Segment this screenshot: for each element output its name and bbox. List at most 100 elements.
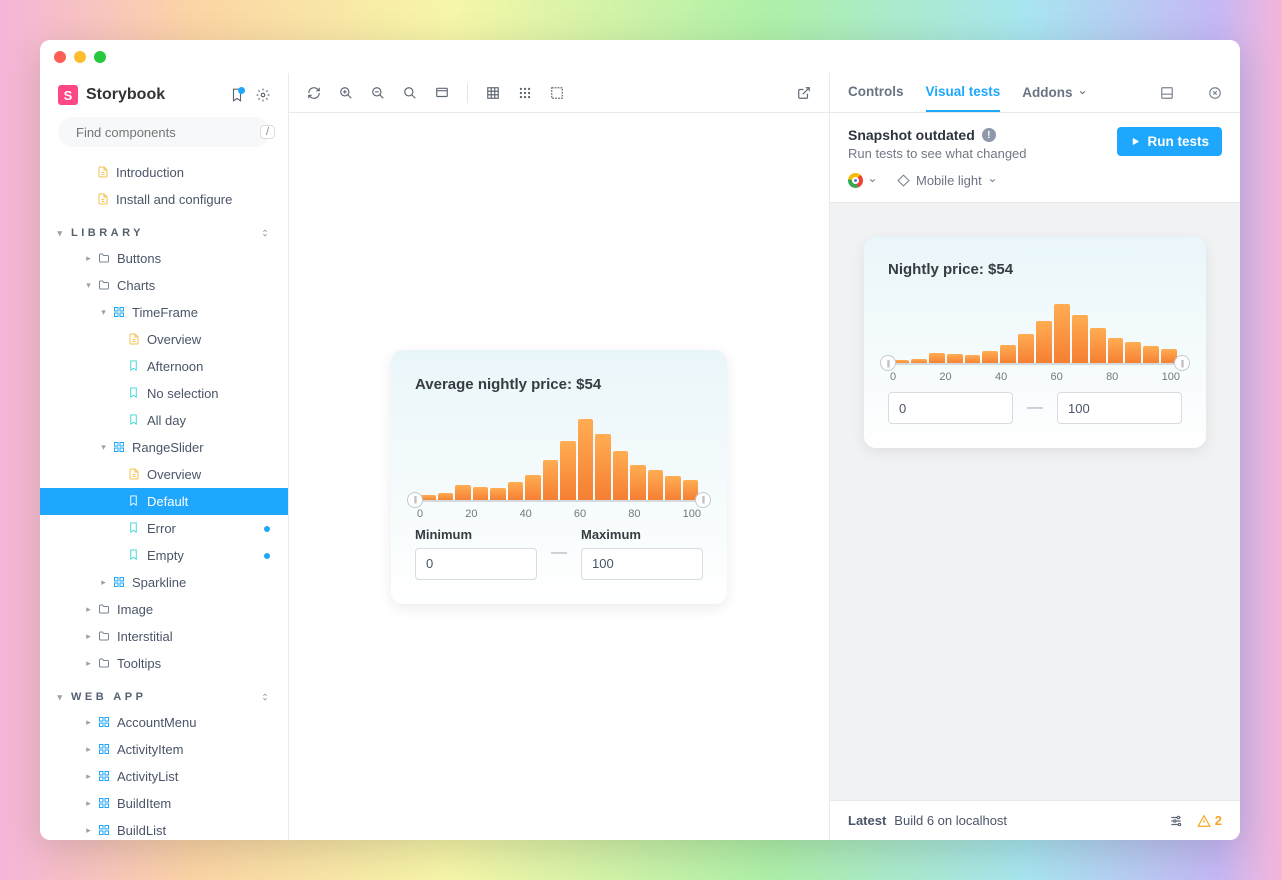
histogram-bar <box>1054 304 1070 364</box>
sidebar-item-no-selection[interactable]: No selection <box>40 380 288 407</box>
search-bar[interactable]: / <box>58 117 270 147</box>
sidebar-item-label: Empty <box>147 548 184 563</box>
close-panel-icon[interactable] <box>1208 86 1222 100</box>
chevron-down-icon <box>868 176 877 185</box>
open-external-icon[interactable] <box>797 86 811 100</box>
comp-icon <box>113 306 126 319</box>
outline-icon[interactable] <box>550 86 564 100</box>
histogram-bar <box>1125 342 1141 365</box>
zoom-in-icon[interactable] <box>339 86 353 100</box>
histogram-bar <box>1018 334 1034 364</box>
histogram-bar <box>595 434 611 501</box>
slider-handle-min[interactable] <box>880 355 896 371</box>
min-input[interactable] <box>415 548 537 580</box>
histogram-bar <box>455 485 471 500</box>
slider-handle-max[interactable] <box>695 492 711 508</box>
tab-visual-tests[interactable]: Visual tests <box>926 73 1001 112</box>
sidebar-item-install-and-configure[interactable]: Install and configure <box>40 186 288 213</box>
chevron-down-icon <box>1078 88 1087 97</box>
sidebar-item-image[interactable]: ▸Image <box>40 596 288 623</box>
sidebar-item-label: Introduction <box>116 165 184 180</box>
histogram-bar <box>578 419 594 501</box>
x-axis-ticks: 020406080100 <box>415 502 703 520</box>
doc-icon <box>128 333 141 346</box>
window-close-dot[interactable] <box>54 51 66 63</box>
change-indicator <box>264 526 270 532</box>
sidebar-item-buildlist[interactable]: ▸BuildList <box>40 817 288 840</box>
viewport-picker[interactable]: Mobile light <box>897 173 997 188</box>
histogram-bar <box>508 482 524 500</box>
sidebar-item-overview[interactable]: Overview <box>40 326 288 353</box>
story-icon <box>128 414 141 427</box>
gear-icon[interactable] <box>256 88 270 102</box>
sidebar-item-label: Default <box>147 494 188 509</box>
slider-handle-max[interactable] <box>1174 355 1190 371</box>
slider-handle-min[interactable] <box>407 492 423 508</box>
histogram-bar <box>1090 328 1106 364</box>
sidebar-item-default[interactable]: Default <box>40 488 288 515</box>
logo[interactable]: S Storybook <box>58 85 165 105</box>
sidebar-item-error[interactable]: Error <box>40 515 288 542</box>
histogram-bar <box>1143 346 1159 364</box>
folder-icon <box>98 279 111 292</box>
sidebar-item-activityitem[interactable]: ▸ActivityItem <box>40 736 288 763</box>
sidebar-item-sparkline[interactable]: ▸Sparkline <box>40 569 288 596</box>
window-minimize-dot[interactable] <box>74 51 86 63</box>
histogram-bar <box>1036 321 1052 365</box>
slider-track[interactable] <box>415 500 703 502</box>
sidebar-item-timeframe[interactable]: ▾TimeFrame <box>40 299 288 326</box>
window-zoom-dot[interactable] <box>94 51 106 63</box>
max-input[interactable] <box>581 548 703 580</box>
sidebar-item-all-day[interactable]: All day <box>40 407 288 434</box>
min-input[interactable] <box>888 392 1013 424</box>
addon-panel: Controls Visual tests Addons Snapshot ou… <box>830 73 1240 840</box>
tab-controls[interactable]: Controls <box>848 73 904 112</box>
max-input[interactable] <box>1057 392 1182 424</box>
bookmark-icon[interactable] <box>230 88 244 102</box>
sidebar-item-builditem[interactable]: ▸BuildItem <box>40 790 288 817</box>
comp-icon <box>98 770 111 783</box>
zoom-reset-icon[interactable] <box>403 86 417 100</box>
run-tests-button[interactable]: Run tests <box>1117 127 1222 156</box>
search-input[interactable] <box>76 125 252 140</box>
status-title: Snapshot outdated ! <box>848 127 1027 143</box>
background-icon[interactable] <box>486 86 500 100</box>
sidebar-item-label: RangeSlider <box>132 440 204 455</box>
sidebar-item-empty[interactable]: Empty <box>40 542 288 569</box>
warning-count[interactable]: 2 <box>1197 813 1222 828</box>
tick-label: 60 <box>574 508 586 520</box>
sidebar-item-afternoon[interactable]: Afternoon <box>40 353 288 380</box>
browser-picker[interactable] <box>848 173 877 188</box>
tab-addons[interactable]: Addons <box>1022 85 1086 100</box>
comp-icon <box>98 797 111 810</box>
sidebar-item-label: AccountMenu <box>117 715 197 730</box>
section-library[interactable]: ▾LIBRARY <box>40 221 288 245</box>
sidebar-item-activitylist[interactable]: ▸ActivityList <box>40 763 288 790</box>
sidebar: S Storybook / IntroductionI <box>40 73 289 840</box>
snapshot-card: Nightly price: $54 020406080100 — <box>864 237 1206 448</box>
story-icon <box>128 522 141 535</box>
sidebar-item-rangeslider[interactable]: ▾RangeSlider <box>40 434 288 461</box>
grid-icon[interactable] <box>518 86 532 100</box>
sidebar-item-label: Sparkline <box>132 575 186 590</box>
refresh-icon[interactable] <box>307 86 321 100</box>
viewport-icon[interactable] <box>435 86 449 100</box>
sidebar-item-label: BuildList <box>117 823 166 838</box>
sidebar-item-label: ActivityItem <box>117 742 183 757</box>
sidebar-item-interstitial[interactable]: ▸Interstitial <box>40 623 288 650</box>
section-web-app[interactable]: ▾WEB APP <box>40 685 288 709</box>
sidebar-item-charts[interactable]: ▾Charts <box>40 272 288 299</box>
story-icon <box>128 549 141 562</box>
sidebar-item-accountmenu[interactable]: ▸AccountMenu <box>40 709 288 736</box>
sidebar-item-tooltips[interactable]: ▸Tooltips <box>40 650 288 677</box>
sidebar-item-introduction[interactable]: Introduction <box>40 159 288 186</box>
sidebar-item-overview[interactable]: Overview <box>40 461 288 488</box>
slider-track[interactable] <box>888 363 1182 365</box>
sidebar-item-label: No selection <box>147 386 219 401</box>
zoom-out-icon[interactable] <box>371 86 385 100</box>
settings-sliders-icon[interactable] <box>1169 814 1183 828</box>
sidebar-item-buttons[interactable]: ▸Buttons <box>40 245 288 272</box>
panel-layout-icon[interactable] <box>1160 86 1174 100</box>
snapshot-title: Nightly price: $54 <box>888 261 1182 278</box>
histogram-bar <box>982 351 998 365</box>
